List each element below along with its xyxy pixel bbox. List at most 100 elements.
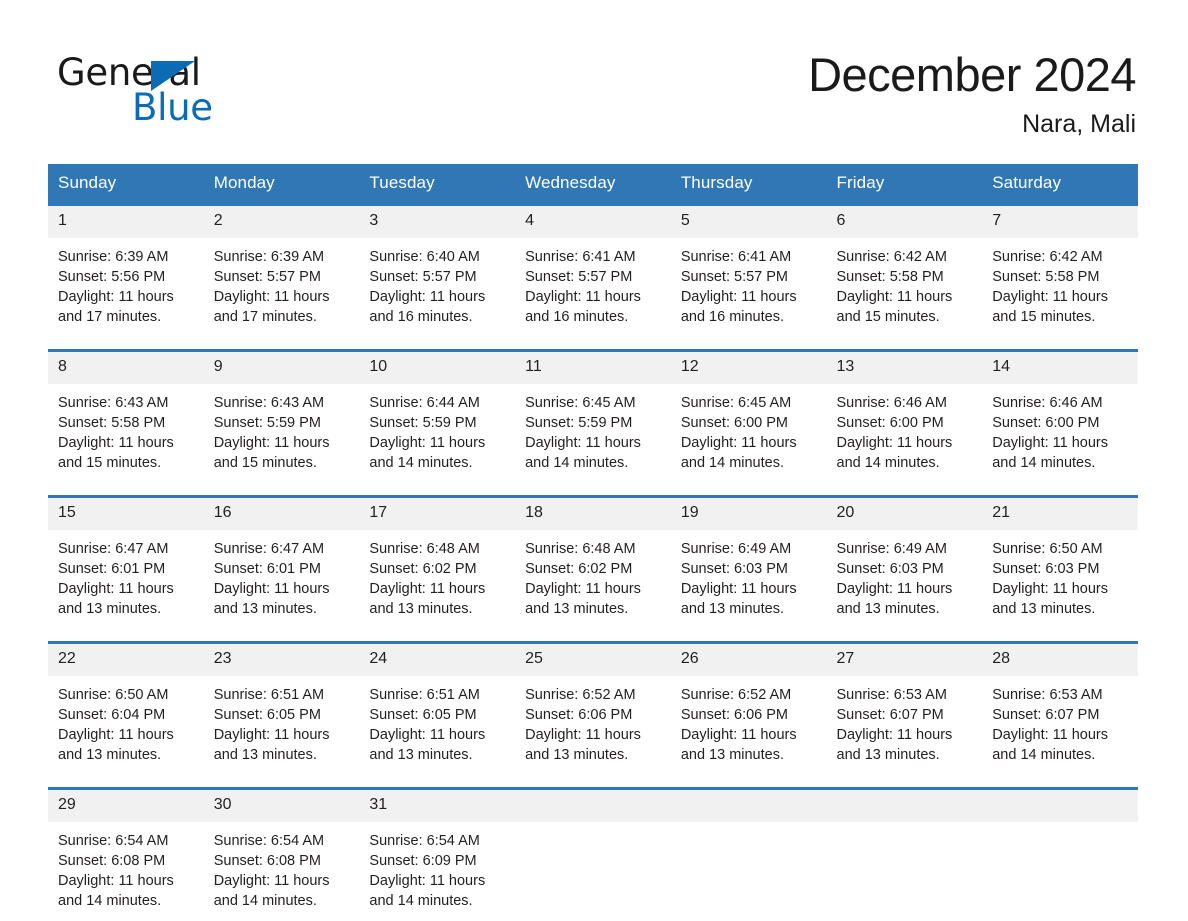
daylight-text: Daylight: 11 hours and 13 minutes. [369,727,486,764]
day-number[interactable]: 6 [826,206,983,239]
day-number[interactable]: 19 [670,498,827,531]
day-number[interactable]: 15 [48,498,204,531]
sunrise-text: Sunrise: 6:41 AM [680,249,792,266]
sunset-text: Sunset: 6:03 PM [680,561,789,578]
day-cell-empty [826,822,983,921]
day-detail-row: Sunrise: 6:47 AM Sunset: 6:01 PM Daylight:… [48,530,1138,630]
sunrise-sunset-calendar: Sunday Monday Tuesday Wednesday Thursday… [48,164,1138,921]
weekday-header-wednesday: Wednesday [515,164,671,204]
sunset-text: Sunset: 6:00 PM [992,415,1100,432]
week-spacer [48,629,1138,642]
daylight-text: Daylight: 11 hours and 17 minutes. [58,289,174,326]
location-subtitle: Nara, Mali [1022,109,1136,138]
day-number[interactable]: 22 [48,644,204,677]
sunset-text: Sunset: 5:58 PM [58,415,166,432]
day-number[interactable]: 24 [359,644,516,677]
day-cell: Sunrise: 6:46 AM Sunset: 6:00 PM Daylight:… [982,384,1138,484]
day-number[interactable]: 4 [515,206,671,239]
logo-text-blue: Blue [132,86,213,129]
day-number[interactable]: 8 [48,352,204,385]
day-cell: Sunrise: 6:49 AM Sunset: 6:03 PM Daylight:… [670,530,827,630]
sunrise-text: Sunrise: 6:51 AM [213,687,325,704]
day-number-row: 29 30 31 [48,790,1138,823]
day-cell: Sunrise: 6:54 AM Sunset: 6:09 PM Daylight:… [359,822,516,921]
daylight-text: Daylight: 11 hours and 15 minutes. [58,435,174,472]
day-number[interactable]: 1 [48,206,204,239]
day-detail-row: Sunrise: 6:43 AM Sunset: 5:58 PM Daylight:… [48,384,1138,484]
day-number-row: 8 9 10 11 12 13 14 [48,352,1138,385]
sunrise-text: Sunrise: 6:48 AM [525,541,636,558]
daylight-text: Daylight: 11 hours and 14 minutes. [992,727,1109,764]
day-cell: Sunrise: 6:47 AM Sunset: 6:01 PM Daylight:… [48,530,204,630]
sunset-text: Sunset: 5:57 PM [369,269,477,286]
day-number[interactable]: 10 [359,352,516,385]
day-cell-empty [982,822,1138,921]
day-number[interactable]: 21 [982,498,1138,531]
daylight-text: Daylight: 11 hours and 17 minutes. [213,289,330,326]
sunrise-text: Sunrise: 6:42 AM [992,249,1103,266]
day-cell: Sunrise: 6:42 AM Sunset: 5:58 PM Daylight:… [982,238,1138,338]
day-number[interactable]: 30 [203,790,360,823]
sunset-text: Sunset: 6:01 PM [213,561,321,578]
sunset-text: Sunset: 5:57 PM [680,269,789,286]
day-number[interactable]: 20 [826,498,983,531]
page-title: December 2024 [808,48,1136,101]
day-number[interactable]: 5 [670,206,827,239]
daylight-text: Daylight: 11 hours and 13 minutes. [213,727,330,764]
day-number[interactable]: 11 [515,352,671,385]
day-number[interactable]: 27 [826,644,983,677]
sunrise-text: Sunrise: 6:52 AM [525,687,636,704]
weekday-header-thursday: Thursday [670,164,827,204]
sunrise-text: Sunrise: 6:43 AM [58,395,169,412]
day-number[interactable]: 14 [982,352,1138,385]
day-number[interactable]: 3 [359,206,516,239]
calendar-page: General Blue December 2024 Nara, Mali Su… [0,0,1188,921]
week-spacer [48,337,1138,350]
day-cell-empty [670,822,827,921]
day-number-row: 22 23 24 25 26 27 28 [48,644,1138,677]
day-cell: Sunrise: 6:54 AM Sunset: 6:08 PM Daylight:… [48,822,204,921]
sunrise-text: Sunrise: 6:45 AM [525,395,636,412]
day-number[interactable]: 26 [670,644,827,677]
sunset-text: Sunset: 5:56 PM [58,269,166,286]
weekday-header-tuesday: Tuesday [359,164,516,204]
day-cell: Sunrise: 6:50 AM Sunset: 6:04 PM Daylight:… [48,676,204,776]
day-number-row: 1234567 [48,206,1138,239]
daylight-text: Daylight: 11 hours and 14 minutes. [213,873,330,910]
sunset-text: Sunset: 6:00 PM [836,415,944,432]
daylight-text: Daylight: 11 hours and 13 minutes. [213,581,330,618]
sunrise-text: Sunrise: 6:44 AM [369,395,480,412]
weekday-header-saturday: Saturday [982,164,1138,204]
day-number[interactable]: 2 [203,206,360,239]
day-number[interactable]: 18 [515,498,671,531]
day-number[interactable]: 28 [982,644,1138,677]
day-number[interactable]: 23 [203,644,360,677]
day-number[interactable]: 17 [359,498,516,531]
sunrise-text: Sunrise: 6:49 AM [836,541,947,558]
sunset-text: Sunset: 6:02 PM [369,561,477,578]
sunrise-text: Sunrise: 6:42 AM [836,249,947,266]
day-number[interactable]: 9 [203,352,360,385]
day-number[interactable]: 29 [48,790,204,823]
day-number[interactable]: 12 [670,352,827,385]
general-blue-logo[interactable]: General Blue [57,47,257,129]
day-cell: Sunrise: 6:39 AM Sunset: 5:57 PM Daylight:… [203,238,360,338]
sunset-text: Sunset: 6:06 PM [525,707,633,724]
day-number[interactable]: 31 [359,790,516,823]
day-cell: Sunrise: 6:54 AM Sunset: 6:08 PM Daylight:… [203,822,360,921]
day-cell: Sunrise: 6:51 AM Sunset: 6:05 PM Daylight:… [359,676,516,776]
sunrise-text: Sunrise: 6:39 AM [58,249,169,266]
daylight-text: Daylight: 11 hours and 15 minutes. [213,435,330,472]
day-number[interactable]: 13 [826,352,983,385]
day-number[interactable]: 25 [515,644,671,677]
title-block: December 2024 Nara, Mali [808,47,1136,138]
daylight-text: Daylight: 11 hours and 14 minutes. [58,873,174,910]
day-cell: Sunrise: 6:41 AM Sunset: 5:57 PM Daylight:… [515,238,671,338]
day-number[interactable]: 16 [203,498,360,531]
day-cell: Sunrise: 6:48 AM Sunset: 6:02 PM Daylight:… [515,530,671,630]
sunset-text: Sunset: 5:59 PM [213,415,321,432]
day-number[interactable]: 7 [982,206,1138,239]
day-cell: Sunrise: 6:47 AM Sunset: 6:01 PM Daylight:… [203,530,360,630]
day-cell: Sunrise: 6:42 AM Sunset: 5:58 PM Daylight:… [826,238,983,338]
day-cell: Sunrise: 6:46 AM Sunset: 6:00 PM Daylight:… [826,384,983,484]
